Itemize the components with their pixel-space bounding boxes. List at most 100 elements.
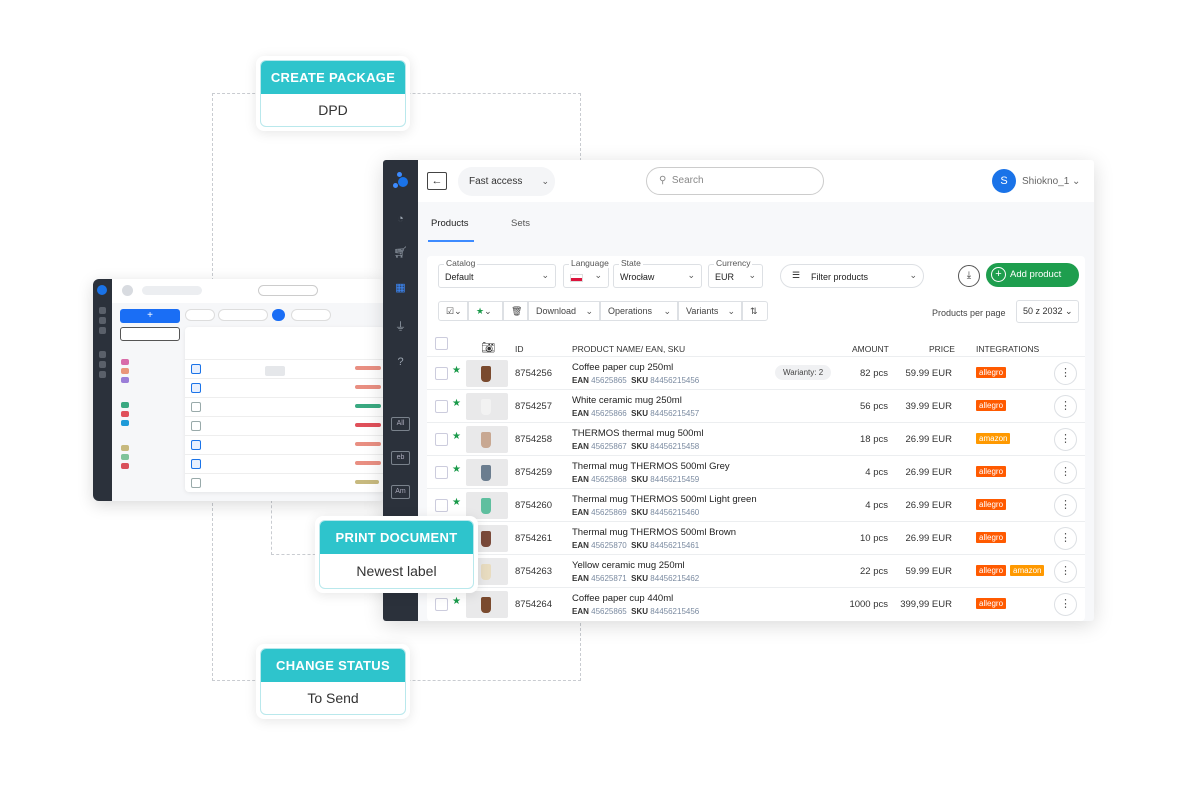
star-icon[interactable]: ★ [452, 497, 461, 508]
cart-icon[interactable]: 🛒︎ [393, 246, 408, 261]
sku-label: SKU [631, 574, 649, 583]
per-page-select[interactable]: 50 z 2032 ⌄ [1016, 300, 1079, 323]
more-options-icon[interactable]: ⋮ [1054, 362, 1077, 385]
product-name[interactable]: Thermal mug THERMOS 500ml Light green [572, 494, 757, 505]
more-options-icon[interactable]: ⋮ [1054, 461, 1077, 484]
integration-badge-amazon: amazon [976, 433, 1011, 444]
more-options-icon[interactable]: ⋮ [1054, 593, 1077, 616]
language-label: Language [569, 258, 611, 268]
ean-value: 45625865 [591, 607, 627, 616]
row-checkbox[interactable] [435, 499, 448, 512]
download-label: Download [536, 306, 577, 316]
product-amount: 10 pcs [860, 533, 888, 544]
sku-value: 84456215459 [650, 475, 700, 484]
table-row: ★ 8754258 THERMOS thermal mug 500ml EAN … [427, 422, 1085, 455]
fast-access-dropdown[interactable]: Fast access ⌄ [458, 167, 555, 196]
star-icon[interactable]: ★ [452, 464, 461, 475]
product-amount: 22 pcs [860, 566, 888, 577]
row-checkbox[interactable] [435, 367, 448, 380]
star-icon[interactable]: ★ [452, 596, 461, 607]
product-id: 8754263 [515, 566, 552, 577]
language-select[interactable]: Language ⌄ [563, 258, 611, 288]
product-list: ★ 8754256 Coffee paper cup 250ml EAN 456… [427, 356, 1085, 621]
ean-label: EAN [572, 442, 589, 451]
product-name[interactable]: Coffee paper cup 250ml [572, 362, 673, 373]
catalog-select[interactable]: Catalog Default ⌄ [438, 258, 556, 288]
star-icon[interactable]: ★ [452, 365, 461, 376]
product-name[interactable]: Coffee paper cup 440ml [572, 593, 673, 604]
change-status-callout: CHANGE STATUS To Send [256, 644, 410, 719]
product-name[interactable]: Yellow ceramic mug 250ml [572, 560, 685, 571]
more-options-icon[interactable]: ⋮ [1054, 527, 1077, 550]
mini-inbox-button[interactable] [120, 327, 180, 341]
row-checkbox[interactable] [435, 598, 448, 611]
sidebar-tag-all[interactable]: All [391, 417, 410, 431]
collapse-filters-icon[interactable]: ⤓ [958, 265, 980, 287]
product-image [481, 399, 491, 415]
delete-button[interactable]: 🗑︎ [503, 301, 528, 321]
sku-label: SKU [631, 442, 649, 451]
download-dropdown[interactable]: Download ⌄ [528, 301, 600, 321]
star-icon[interactable]: ★ [452, 431, 461, 442]
more-options-icon[interactable]: ⋮ [1054, 560, 1077, 583]
ean-label: EAN [572, 607, 589, 616]
product-thumbnail [466, 591, 508, 618]
product-codes: EAN 45625865 SKU 84456215456 [572, 607, 699, 616]
integrations: allegro [976, 532, 1007, 543]
search-input[interactable]: ⚲ Search [646, 167, 824, 195]
dashboard-icon[interactable]: ◔ [393, 212, 408, 227]
plug-icon[interactable]: ⏚ [393, 320, 408, 335]
help-icon[interactable]: ? [393, 355, 408, 370]
sidebar-tag-ebay[interactable]: eb [391, 451, 410, 465]
product-amount: 56 pcs [860, 401, 888, 412]
user-menu[interactable]: Shiokno_1 ⌄ [1022, 176, 1080, 187]
state-select[interactable]: State Wrocław ⌄ [613, 258, 702, 288]
select-menu-button[interactable]: ☑⌄ [438, 301, 468, 321]
sku-label: SKU [631, 508, 649, 517]
chevron-down-icon: ⌄ [909, 270, 917, 280]
sidebar-tag-amazon[interactable]: Am [391, 485, 410, 499]
add-product-button[interactable]: + Add product [986, 263, 1079, 287]
catalog-value: Default [445, 272, 474, 282]
row-checkbox[interactable] [435, 466, 448, 479]
tab-bar: Products Sets [418, 202, 1094, 244]
avatar[interactable]: S [992, 169, 1016, 193]
ean-value: 45625866 [591, 409, 627, 418]
product-name[interactable]: THERMOS thermal mug 500ml [572, 428, 703, 439]
catalog-label: Catalog [444, 258, 478, 268]
favorite-menu-button[interactable]: ★⌄ [468, 301, 503, 321]
filter-products-dropdown[interactable]: ☰ Filter products ⌄ [780, 264, 924, 288]
state-label: State [619, 258, 643, 268]
star-icon[interactable]: ★ [452, 398, 461, 409]
operations-dropdown[interactable]: Operations ⌄ [600, 301, 678, 321]
sort-icon: ⇅ [750, 306, 758, 316]
tab-sets[interactable]: Sets [511, 218, 530, 229]
variants-badge[interactable]: Warianty: 2 [775, 365, 832, 380]
row-checkbox[interactable] [435, 400, 448, 413]
mini-toolbar [185, 309, 375, 321]
select-all-checkbox[interactable] [435, 337, 448, 350]
tab-products[interactable]: Products [431, 218, 469, 229]
ean-value: 45625867 [591, 442, 627, 451]
callout-value: To Send [307, 690, 359, 706]
collapse-sidebar-icon[interactable]: ← [427, 172, 447, 190]
product-name[interactable]: Thermal mug THERMOS 500ml Grey [572, 461, 730, 472]
products-icon[interactable]: ▦ [393, 281, 408, 296]
currency-select[interactable]: Currency EUR ⌄ [708, 258, 763, 288]
product-id: 8754256 [515, 368, 552, 379]
product-amount: 4 pcs [865, 500, 888, 511]
more-options-icon[interactable]: ⋮ [1054, 428, 1077, 451]
product-image [481, 531, 491, 547]
variants-dropdown[interactable]: Variants ⌄ [678, 301, 742, 321]
trash-icon: 🗑︎ [511, 306, 523, 316]
secondary-app-window: + [93, 279, 385, 501]
col-id: ID [515, 344, 524, 354]
more-options-icon[interactable]: ⋮ [1054, 395, 1077, 418]
product-name[interactable]: Thermal mug THERMOS 500ml Brown [572, 527, 736, 538]
integration-badge-allegro: allegro [976, 400, 1007, 411]
mini-add-button[interactable]: + [120, 309, 180, 323]
row-checkbox[interactable] [435, 433, 448, 446]
more-options-icon[interactable]: ⋮ [1054, 494, 1077, 517]
product-name[interactable]: White ceramic mug 250ml [572, 395, 682, 406]
sort-button[interactable]: ⇅ [742, 301, 768, 321]
